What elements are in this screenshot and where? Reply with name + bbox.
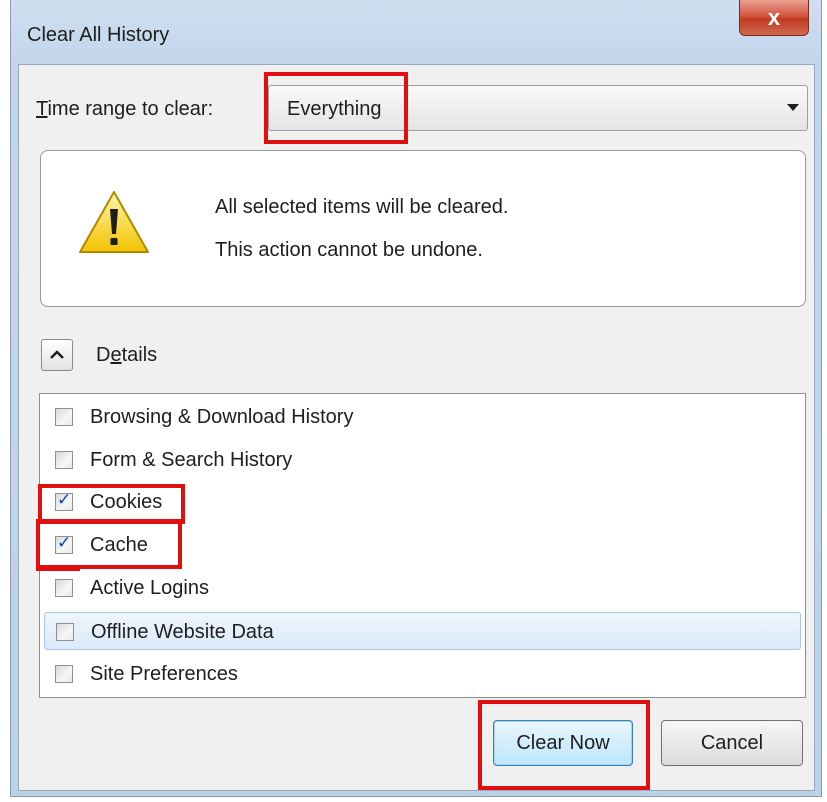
time-range-dropdown[interactable]: Everything <box>268 85 808 131</box>
checkbox[interactable] <box>56 623 74 641</box>
checkbox[interactable] <box>55 533 73 554</box>
list-item-cookies[interactable]: Cookies <box>44 483 801 521</box>
checkbox[interactable] <box>55 408 73 426</box>
chevron-up-icon <box>50 350 64 359</box>
list-item-browsing-history[interactable]: Browsing & Download History <box>44 398 801 436</box>
list-item-cache[interactable]: Cache <box>44 526 801 564</box>
checkbox[interactable] <box>55 490 73 511</box>
details-label: Details <box>96 344 158 366</box>
checkbox[interactable] <box>55 579 73 597</box>
details-toggle-button[interactable] <box>41 339 73 371</box>
warning-panel: All selected items will be cleared. This… <box>40 150 806 307</box>
checkbox[interactable] <box>55 451 73 469</box>
chevron-down-icon <box>787 104 799 111</box>
close-icon: x <box>767 4 781 30</box>
list-item-offline-website-data[interactable]: Offline Website Data <box>44 612 801 650</box>
list-item-site-preferences[interactable]: Site Preferences <box>44 655 801 693</box>
history-items-list[interactable]: Browsing & Download History Form & Searc… <box>39 393 806 698</box>
clear-now-button[interactable]: Clear Now <box>493 720 633 766</box>
warning-line-1: All selected items will be cleared. <box>215 196 509 218</box>
warning-triangle-icon <box>79 191 149 253</box>
list-item-active-logins[interactable]: Active Logins <box>44 569 801 607</box>
time-range-value: Everything <box>287 98 382 120</box>
checkbox[interactable] <box>55 665 73 683</box>
cancel-button[interactable]: Cancel <box>661 720 803 766</box>
dialog-title: Clear All History <box>27 24 170 46</box>
title-bar[interactable]: Clear All History x <box>11 0 821 70</box>
close-button[interactable]: x <box>739 0 809 36</box>
list-item-form-search-history[interactable]: Form & Search History <box>44 441 801 479</box>
warning-line-2: This action cannot be undone. <box>215 239 483 261</box>
time-range-label: Time range to clear: <box>36 98 214 120</box>
